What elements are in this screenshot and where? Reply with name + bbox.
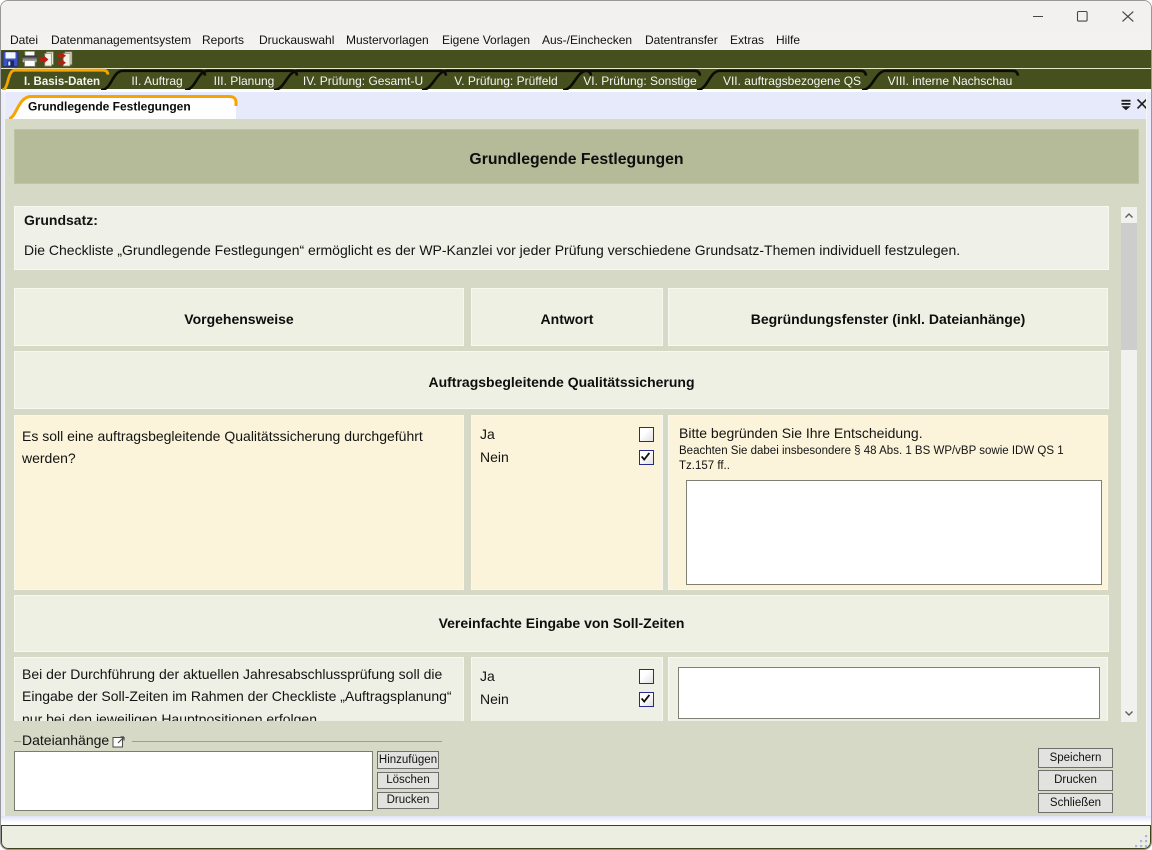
svg-text:V. Prüfung: Prüffeld: V. Prüfung: Prüffeld: [454, 74, 557, 88]
svg-text:VII. auftragsbezogene QS: VII. auftragsbezogene QS: [723, 74, 861, 88]
svg-text:IV. Prüfung: Gesamt-U: IV. Prüfung: Gesamt-U: [303, 74, 423, 88]
svg-text:III. Planung: III. Planung: [214, 74, 275, 88]
svg-text:VIII. interne Nachschau: VIII. interne Nachschau: [888, 74, 1013, 88]
svg-text:VI. Prüfung: Sonstige: VI. Prüfung: Sonstige: [583, 74, 697, 88]
svg-text:Grundlegende Festlegungen: Grundlegende Festlegungen: [28, 100, 191, 114]
svg-text:I. Basis-Daten: I. Basis-Daten: [24, 76, 100, 88]
svg-text:II. Auftrag: II. Auftrag: [131, 74, 182, 88]
